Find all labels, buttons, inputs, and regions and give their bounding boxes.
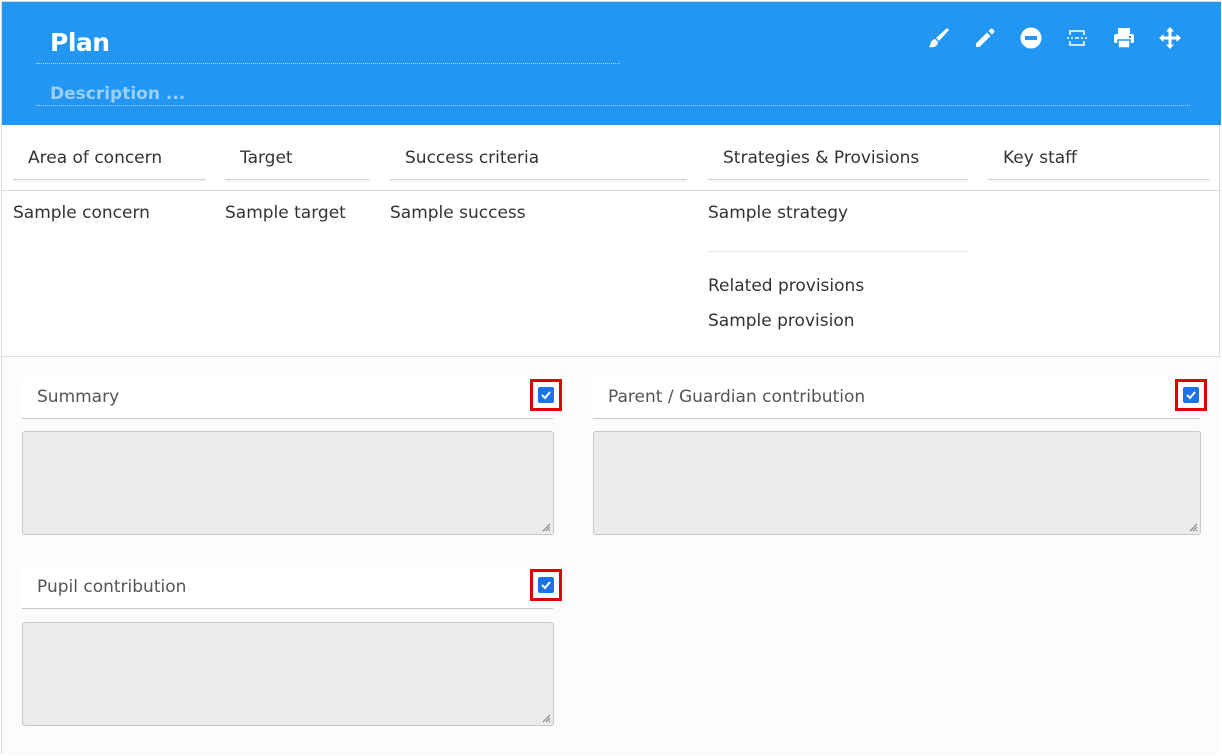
resize-grip-icon[interactable]: [542, 523, 551, 532]
checkbox-checked-icon: [538, 387, 554, 403]
header-divider: [2, 190, 1221, 191]
cell-concern: Sample concern: [13, 203, 150, 223]
description-placeholder: Description ...: [50, 84, 186, 104]
checkbox-checked-icon: [1183, 387, 1199, 403]
column-label: Strategies & Provisions: [723, 148, 920, 168]
parent-contribution-checkbox[interactable]: [1175, 379, 1207, 411]
paint-brush-icon[interactable]: [924, 24, 952, 52]
plan-header: Plan Description ...: [2, 2, 1221, 125]
column-header-success-criteria[interactable]: Success criteria: [390, 138, 687, 180]
column-label: Success criteria: [405, 148, 540, 168]
resize-grip-icon[interactable]: [1189, 523, 1198, 532]
pencil-icon[interactable]: [971, 24, 999, 52]
minus-circle-icon[interactable]: [1017, 24, 1045, 52]
column-header-area-of-concern[interactable]: Area of concern: [13, 138, 205, 180]
cell-success: Sample success: [390, 203, 526, 223]
column-header-strategies-provisions[interactable]: Strategies & Provisions: [708, 138, 968, 180]
column-header-key-staff[interactable]: Key staff: [988, 138, 1209, 180]
summary-label: Summary: [37, 387, 120, 407]
print-icon[interactable]: [1110, 24, 1138, 52]
summary-textarea[interactable]: [22, 431, 554, 535]
cell-target: Sample target: [225, 203, 346, 223]
summary-header: Summary: [22, 377, 553, 419]
column-header-target[interactable]: Target: [225, 138, 369, 180]
unlink-icon[interactable]: [1063, 24, 1091, 52]
plan-title: Plan: [50, 28, 110, 57]
column-label: Target: [240, 148, 293, 168]
parent-contribution-textarea[interactable]: [593, 431, 1201, 535]
description-field[interactable]: Description ...: [36, 82, 1190, 106]
cell-strategy: Sample strategy: [708, 203, 849, 223]
related-provisions-label: Related provisions: [708, 276, 865, 296]
move-icon[interactable]: [1156, 24, 1184, 52]
pupil-contribution-label: Pupil contribution: [37, 577, 187, 597]
column-label: Key staff: [1003, 148, 1077, 168]
title-field[interactable]: Plan: [36, 24, 620, 64]
cell-provision: Sample provision: [708, 311, 855, 331]
pupil-contribution-header: Pupil contribution: [22, 567, 553, 609]
pupil-contribution-textarea[interactable]: [22, 622, 554, 726]
plan-card: Plan Description ... Area of concern Tar…: [1, 1, 1221, 755]
resize-grip-icon[interactable]: [542, 714, 551, 723]
strategy-divider: [708, 251, 968, 252]
parent-contribution-label: Parent / Guardian contribution: [608, 387, 866, 407]
pupil-contribution-checkbox[interactable]: [530, 569, 562, 601]
parent-contribution-header: Parent / Guardian contribution: [593, 377, 1200, 419]
summary-checkbox[interactable]: [530, 379, 562, 411]
column-label: Area of concern: [28, 148, 163, 168]
checkbox-checked-icon: [538, 577, 554, 593]
